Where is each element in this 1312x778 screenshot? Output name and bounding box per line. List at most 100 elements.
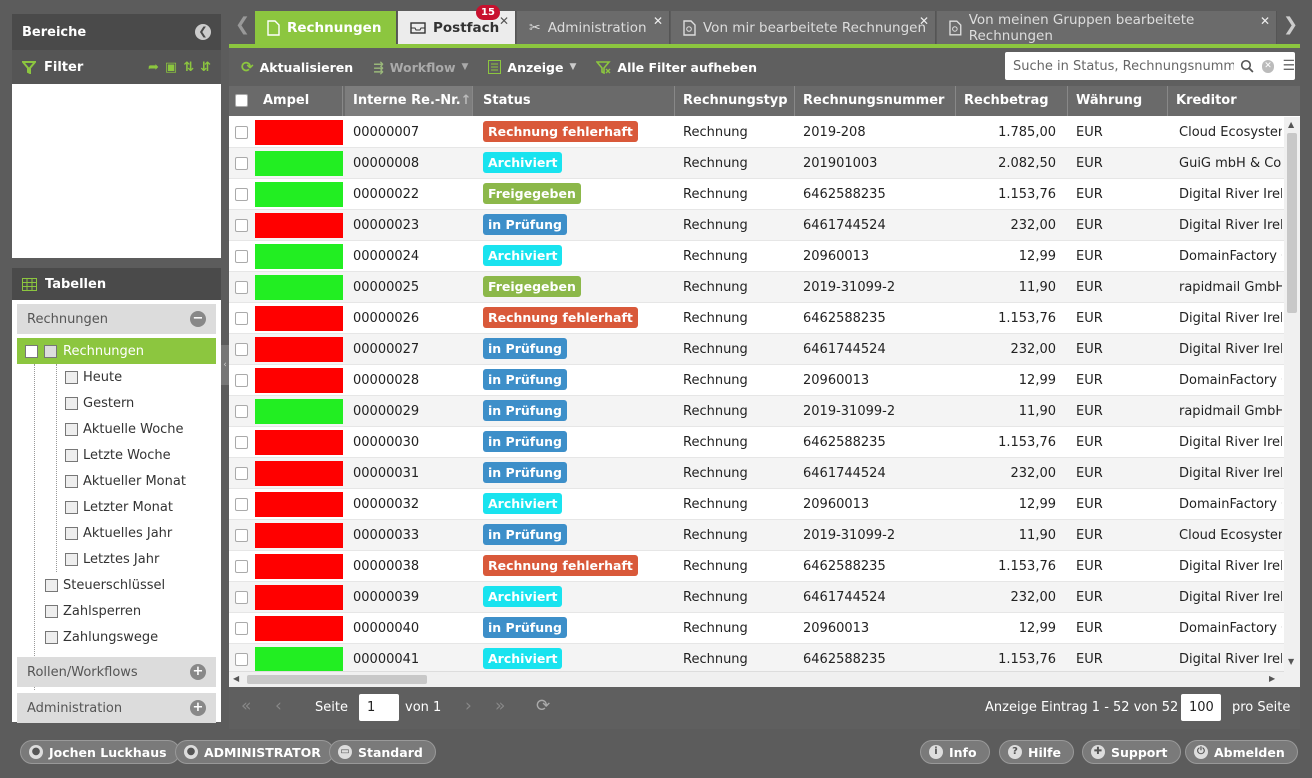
- select-all-checkbox[interactable]: [235, 94, 248, 107]
- row-checkbox[interactable]: [235, 560, 248, 573]
- view-button[interactable]: ▭ Standard: [329, 740, 436, 764]
- menu-icon[interactable]: ☰: [1282, 58, 1295, 74]
- tree-item-rechnungen[interactable]: Rechnungen: [17, 338, 216, 364]
- tab-rechnungen[interactable]: Rechnungen: [255, 11, 397, 44]
- splitter-handle[interactable]: ‹: [221, 345, 229, 385]
- scroll-left-icon[interactable]: ◀: [233, 674, 239, 683]
- folder-toggle-icon[interactable]: [25, 344, 38, 358]
- row-checkbox[interactable]: [235, 157, 248, 170]
- tab-scroll-left-icon[interactable]: ❮: [235, 14, 250, 35]
- close-tab-icon[interactable]: ✕: [653, 14, 663, 28]
- scroll-right-icon[interactable]: ▶: [1269, 674, 1275, 683]
- table-row[interactable]: 00000031 in Prüfung Rechnung 6461744524 232,…: [229, 458, 1284, 489]
- row-checkbox[interactable]: [235, 188, 248, 201]
- collapse-minus-icon[interactable]: −: [190, 311, 206, 327]
- scroll-down-icon[interactable]: ▼: [1288, 657, 1294, 666]
- tree-item-aktuelle-woche[interactable]: Aktuelle Woche: [65, 416, 216, 442]
- table-row[interactable]: 00000029 in Prüfung Rechnung 2019-31099-2 11…: [229, 396, 1284, 427]
- row-checkbox[interactable]: [235, 374, 248, 387]
- expand-plus-icon[interactable]: +: [190, 664, 206, 680]
- user-button[interactable]: ● Jochen Luckhaus: [20, 740, 180, 764]
- per-page-input[interactable]: 100: [1181, 694, 1221, 721]
- table-row[interactable]: 00000023 in Prüfung Rechnung 6461744524 232,…: [229, 210, 1284, 241]
- scroll-up-icon[interactable]: ▲: [1288, 120, 1294, 129]
- row-checkbox[interactable]: [235, 498, 248, 511]
- tab-von-meinen-gruppen[interactable]: Von meinen Gruppen bearbeitete Rechnunge…: [937, 11, 1277, 44]
- scrollbar-thumb[interactable]: [247, 675, 427, 684]
- col-rechnungstyp[interactable]: Rechnungstyp: [675, 86, 795, 116]
- refresh-button[interactable]: ⟳ Aktualisieren: [241, 58, 353, 76]
- clear-filters-button[interactable]: Alle Filter aufheben: [596, 60, 757, 75]
- col-ampel[interactable]: Ampel: [255, 86, 343, 116]
- anzeige-button[interactable]: Anzeige ▼: [488, 60, 576, 75]
- clear-search-icon[interactable]: ✕: [1261, 59, 1275, 73]
- rollen-group-header[interactable]: Rollen/Workflows +: [17, 657, 216, 687]
- tree-item-aktuelles-jahr[interactable]: Aktuelles Jahr: [65, 520, 216, 546]
- table-row[interactable]: 00000024 Archiviert Rechnung 20960013 12,99 E…: [229, 241, 1284, 272]
- rechnungen-group-header[interactable]: Rechnungen −: [17, 304, 216, 334]
- reload-icon[interactable]: ⟳: [536, 696, 550, 716]
- tree-item-zahlungswege[interactable]: Zahlungswege: [45, 624, 216, 650]
- close-tab-icon[interactable]: ✕: [919, 14, 929, 28]
- table-row[interactable]: 00000039 Archiviert Rechnung 6461744524 232,…: [229, 582, 1284, 613]
- close-tab-icon[interactable]: ✕: [499, 14, 509, 28]
- share-icon[interactable]: ➦: [148, 60, 159, 75]
- workflow-button[interactable]: ⇶ Workflow ▼: [373, 60, 468, 75]
- tree-item-letztes-jahr[interactable]: Letztes Jahr: [65, 546, 216, 572]
- logout-button[interactable]: ⏻ Abmelden: [1185, 740, 1298, 764]
- row-checkbox[interactable]: [235, 591, 248, 604]
- first-page-icon[interactable]: «: [241, 696, 251, 716]
- row-checkbox[interactable]: [235, 281, 248, 294]
- support-button[interactable]: ✚ Support: [1082, 740, 1181, 764]
- row-checkbox[interactable]: [235, 219, 248, 232]
- table-row[interactable]: 00000007 Rechnung fehlerhaft Rechnung 2019-…: [229, 117, 1284, 148]
- next-page-icon[interactable]: ›: [465, 696, 472, 716]
- tree-item-aktueller-monat[interactable]: Aktueller Monat: [65, 468, 216, 494]
- table-row[interactable]: 00000008 Archiviert Rechnung 201901003 2.082…: [229, 148, 1284, 179]
- collapse-left-icon[interactable]: ❮: [195, 24, 211, 40]
- horizontal-scrollbar[interactable]: ◀ ▶: [229, 671, 1284, 687]
- col-rechbetrag[interactable]: Rechbetrag: [956, 86, 1068, 116]
- prev-page-icon[interactable]: ‹: [275, 696, 282, 716]
- row-checkbox[interactable]: [235, 653, 248, 666]
- table-row[interactable]: 00000027 in Prüfung Rechnung 6461744524 232,…: [229, 334, 1284, 365]
- col-status[interactable]: Status: [475, 86, 675, 116]
- row-checkbox[interactable]: [235, 467, 248, 480]
- table-row[interactable]: 00000022 Freigegeben Rechnung 6462588235 1.1…: [229, 179, 1284, 210]
- tab-administration[interactable]: ✂ Administration ✕: [517, 11, 670, 44]
- table-row[interactable]: 00000033 in Prüfung Rechnung 2019-31099-2 11…: [229, 520, 1284, 551]
- tree-item-gestern[interactable]: Gestern: [65, 390, 216, 416]
- tree-item-steuerschlüssel[interactable]: Steuerschlüssel: [45, 572, 216, 598]
- col-rechnungsnummer[interactable]: Rechnungsnummer: [795, 86, 956, 116]
- tree-item-letzte-woche[interactable]: Letzte Woche: [65, 442, 216, 468]
- col-waehrung[interactable]: Währung: [1068, 86, 1168, 116]
- table-row[interactable]: 00000026 Rechnung fehlerhaft Rechnung 64625…: [229, 303, 1284, 334]
- expand-plus-icon[interactable]: +: [190, 700, 206, 716]
- tab-von-mir-bearbeitet[interactable]: Von mir bearbeitete Rechnungen ✕: [671, 11, 936, 44]
- table-row[interactable]: 00000025 Freigegeben Rechnung 2019-31099-2 1…: [229, 272, 1284, 303]
- row-checkbox[interactable]: [235, 529, 248, 542]
- role-button[interactable]: ● ADMINISTRATOR: [175, 740, 334, 764]
- row-checkbox[interactable]: [235, 343, 248, 356]
- page-number-input[interactable]: 1: [359, 694, 399, 721]
- sort-za-icon[interactable]: ⇵: [200, 60, 211, 75]
- table-row[interactable]: 00000032 Archiviert Rechnung 20960013 12,99 E…: [229, 489, 1284, 520]
- tree-item-letzter-monat[interactable]: Letzter Monat: [65, 494, 216, 520]
- info-button[interactable]: i Info: [920, 740, 990, 764]
- row-checkbox[interactable]: [235, 622, 248, 635]
- table-row[interactable]: 00000030 in Prüfung Rechnung 6462588235 1.15…: [229, 427, 1284, 458]
- row-checkbox[interactable]: [235, 436, 248, 449]
- table-row[interactable]: 00000038 Rechnung fehlerhaft Rechnung 64625…: [229, 551, 1284, 582]
- close-tab-icon[interactable]: ✕: [1260, 14, 1270, 28]
- table-row[interactable]: 00000028 in Prüfung Rechnung 20960013 12,99 E…: [229, 365, 1284, 396]
- table-row[interactable]: 00000040 in Prüfung Rechnung 20960013 12,99 E…: [229, 613, 1284, 644]
- scrollbar-thumb[interactable]: [1287, 133, 1297, 313]
- col-interne-nr[interactable]: Interne Re.-Nr.↑: [345, 86, 473, 116]
- row-checkbox[interactable]: [235, 250, 248, 263]
- row-checkbox[interactable]: [235, 405, 248, 418]
- tab-scroll-right-icon[interactable]: ❯: [1283, 14, 1298, 35]
- help-button[interactable]: ? Hilfe: [999, 740, 1074, 764]
- sort-az-icon[interactable]: ⇅: [183, 60, 194, 75]
- search-box[interactable]: Suche in Status, Rechnungsnummer ✕ ☰: [1005, 52, 1295, 80]
- save-filter-icon[interactable]: ▣: [165, 60, 177, 75]
